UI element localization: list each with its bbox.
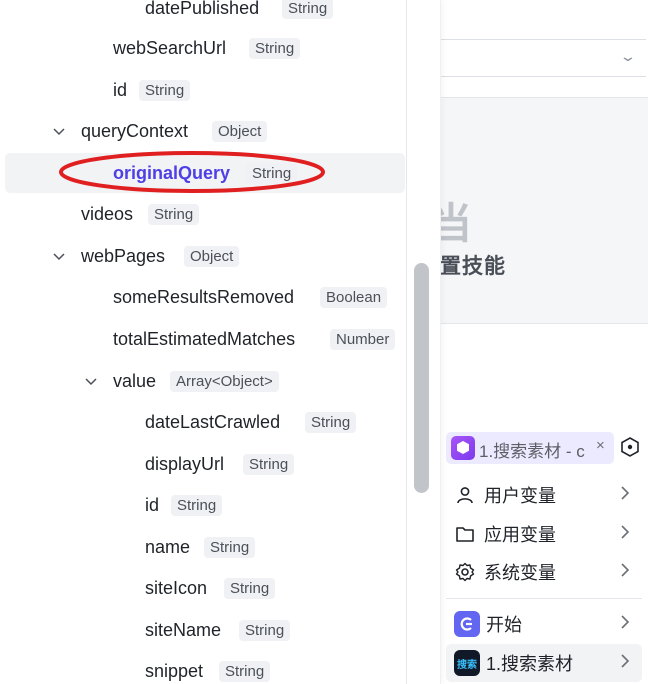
tree-row[interactable]: dateLastCrawled String <box>5 402 405 442</box>
tree-row[interactable]: id String <box>5 70 405 110</box>
tree-row[interactable]: webSearchUrl String <box>5 28 405 68</box>
field-name: siteIcon <box>145 577 208 598</box>
type-badge: String <box>243 453 295 475</box>
field-name: totalEstimatedMatches <box>113 328 296 349</box>
tree-row[interactable]: videos String <box>5 194 405 234</box>
tree-row[interactable]: totalEstimatedMatches Number <box>5 319 405 359</box>
field-name: datePublished <box>145 0 260 18</box>
tree-row[interactable]: snippet String <box>5 651 405 684</box>
type-badge: Boolean <box>320 286 388 308</box>
tree-row[interactable]: webPages Object <box>5 236 405 276</box>
menu-item-user-variables[interactable]: 用户变量 <box>446 476 642 514</box>
tree-row[interactable]: id String <box>5 485 405 525</box>
field-name: webPages <box>81 245 166 266</box>
gear-icon <box>454 561 476 583</box>
folder-icon <box>454 523 476 545</box>
type-badge: Object <box>212 120 268 142</box>
skill-empty-text: 置技能 <box>440 255 506 278</box>
type-badge: String <box>139 79 191 101</box>
close-icon[interactable]: × <box>596 437 605 454</box>
chevron-down-icon[interactable] <box>52 249 66 263</box>
field-name: dateLastCrawled <box>145 411 281 432</box>
divider <box>412 323 648 324</box>
tree-row[interactable]: name String <box>5 527 405 567</box>
type-badge: String <box>219 660 271 682</box>
node-item-label: 开始 <box>486 615 522 635</box>
tree-row[interactable]: someResultsRemoved Boolean <box>5 277 405 317</box>
model-select[interactable] <box>420 39 646 77</box>
menu-item-label: 系统变量 <box>484 563 556 583</box>
scrollbar-thumb[interactable] <box>414 263 429 493</box>
type-badge: String <box>204 536 256 558</box>
chevron-right-icon <box>620 484 634 507</box>
chevron-right-icon <box>620 652 634 675</box>
menu-item-label: 应用变量 <box>484 525 556 545</box>
node-item-search[interactable]: 搜索 1.搜索素材 <box>446 644 642 682</box>
node-item-start[interactable]: 开始 <box>446 605 642 643</box>
chevron-right-icon <box>620 613 634 636</box>
annotation-ellipse <box>59 151 325 193</box>
chevron-down-icon[interactable] <box>52 124 66 138</box>
tree-row[interactable]: siteIcon String <box>5 568 405 608</box>
tree-row[interactable]: datePublished String <box>5 0 405 28</box>
menu-item-app-variables[interactable]: 应用变量 <box>446 515 642 553</box>
field-name: siteName <box>145 619 222 640</box>
field-name: queryContext <box>81 120 189 141</box>
chevron-down-icon[interactable] <box>84 374 98 388</box>
field-name: name <box>145 536 191 557</box>
field-name: webSearchUrl <box>113 37 227 58</box>
chevron-right-icon <box>620 523 634 546</box>
target-icon[interactable] <box>620 437 640 457</box>
node-item-label: 1.搜索素材 <box>486 654 574 674</box>
tree-row[interactable]: value Array<Object> <box>5 361 405 401</box>
type-badge: Array<Object> <box>170 370 279 392</box>
start-node-icon <box>454 611 480 637</box>
field-name: snippet <box>145 660 204 681</box>
menu-item-system-variables[interactable]: 系统变量 <box>446 553 642 591</box>
field-name: id <box>113 79 128 100</box>
user-icon <box>454 484 476 506</box>
field-name: displayUrl <box>145 453 225 474</box>
selected-node-label: 1.搜索素材 - c <box>479 442 585 461</box>
chevron-right-icon <box>620 561 634 584</box>
tree-row[interactable]: siteName String <box>5 610 405 650</box>
type-badge: String <box>239 619 291 641</box>
chevron-down-icon[interactable]: ⌄ <box>619 48 637 65</box>
field-name: videos <box>81 203 134 224</box>
type-badge: String <box>171 494 223 516</box>
tree-row[interactable]: displayUrl String <box>5 444 405 484</box>
tree-row[interactable]: queryContext Object <box>5 111 405 151</box>
type-badge: String <box>282 0 334 19</box>
field-name: someResultsRemoved <box>113 286 295 307</box>
type-badge: Object <box>184 245 240 267</box>
field-name: value <box>113 370 157 391</box>
variable-tree: datePublished String webSearchUrl String… <box>0 0 407 684</box>
type-badge: String <box>249 37 301 59</box>
cube-icon <box>451 436 475 460</box>
type-badge: Number <box>330 328 396 350</box>
type-badge: String <box>148 203 200 225</box>
field-name: id <box>145 494 160 515</box>
search-node-icon: 搜索 <box>454 650 480 676</box>
menu-item-label: 用户变量 <box>484 486 556 506</box>
divider <box>446 598 642 599</box>
type-badge: String <box>305 411 357 433</box>
type-badge: String <box>224 577 276 599</box>
